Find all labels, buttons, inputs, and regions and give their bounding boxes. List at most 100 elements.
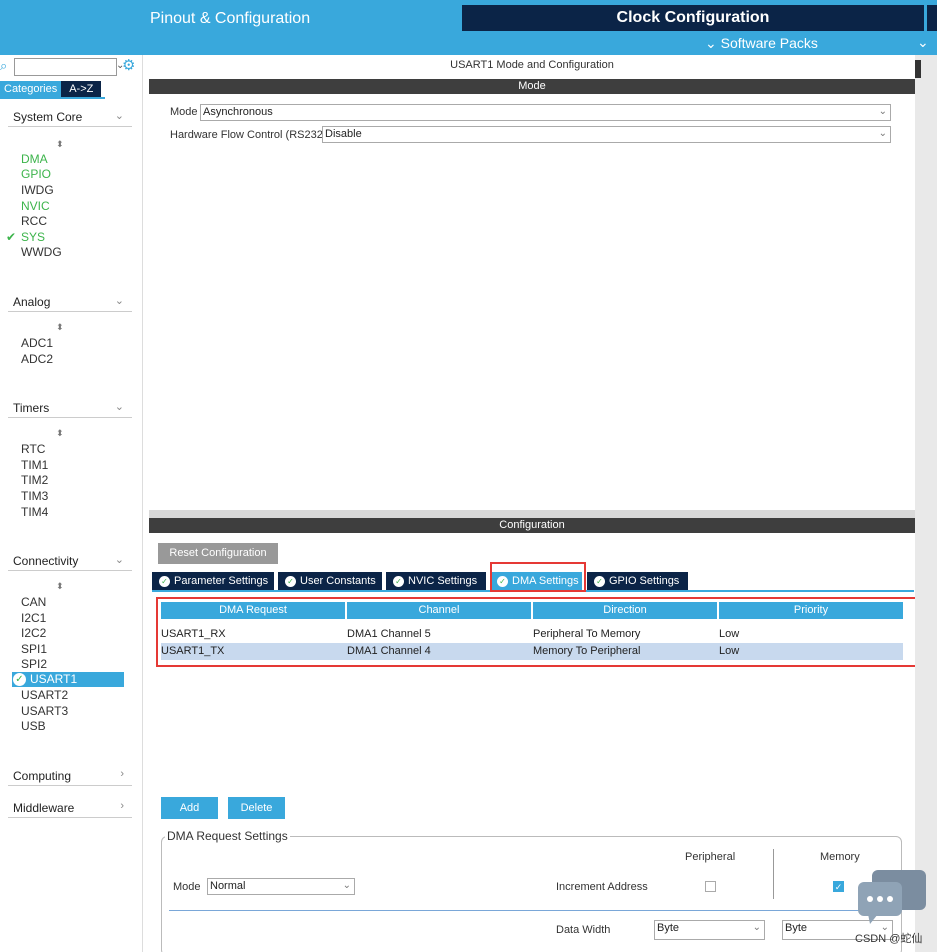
sidebar-item-usart2[interactable]: USART2 bbox=[21, 688, 68, 702]
group-analog: Analog ⌄ bbox=[8, 292, 132, 312]
tab-label: GPIO Settings bbox=[609, 575, 680, 587]
collapse-handle-icon[interactable] bbox=[915, 60, 921, 78]
tab-clock-configuration[interactable]: Clock Configuration bbox=[462, 5, 924, 31]
chevron-down-icon: ⌄ bbox=[705, 35, 717, 51]
group-header[interactable]: Timers ⌄ bbox=[8, 398, 132, 418]
sort-icon[interactable]: ⬍ bbox=[56, 428, 64, 439]
sidebar-item-usart3[interactable]: USART3 bbox=[21, 704, 68, 718]
tab-label: User Constants bbox=[300, 575, 376, 587]
tab-user-constants[interactable]: ✓ User Constants bbox=[278, 572, 382, 590]
sort-icon[interactable]: ⬍ bbox=[56, 322, 64, 333]
group-header[interactable]: Computing › bbox=[8, 766, 132, 786]
memory-data-width-value: Byte bbox=[785, 922, 808, 934]
check-circle-icon: ✓ bbox=[159, 576, 170, 587]
chevron-down-icon: ⌄ bbox=[114, 401, 124, 413]
reset-configuration-button[interactable]: Reset Configuration bbox=[158, 543, 278, 564]
chevron-right-icon: › bbox=[120, 768, 124, 780]
mode-select-value: Asynchronous bbox=[203, 106, 273, 118]
mode-select[interactable]: Asynchronous ⌄ bbox=[200, 104, 891, 121]
sidebar-item-tim3[interactable]: TIM3 bbox=[21, 489, 48, 503]
sidebar-item-tim1[interactable]: TIM1 bbox=[21, 458, 48, 472]
sidebar-item-nvic[interactable]: NVIC bbox=[21, 199, 50, 213]
column-divider bbox=[773, 849, 774, 899]
hwflow-select-value: Disable bbox=[325, 128, 362, 140]
tab-a-to-z[interactable]: A->Z bbox=[61, 81, 102, 97]
chevron-down-icon: ⌄ bbox=[878, 106, 887, 117]
sidebar-item-tim2[interactable]: TIM2 bbox=[21, 473, 48, 487]
add-button[interactable]: Add bbox=[161, 797, 218, 819]
sidebar: ⌕ ⌄ ⚙ Categories A->Z System Core ⌄ ⬍ DMA … bbox=[0, 55, 143, 952]
dma-mode-select[interactable]: Normal ⌄ bbox=[207, 878, 355, 895]
tab-gpio-settings[interactable]: ✓ GPIO Settings bbox=[587, 572, 688, 590]
peripheral-data-width-select[interactable]: Byte ⌄ bbox=[654, 920, 765, 940]
check-circle-icon: ✓ bbox=[285, 576, 296, 587]
sidebar-item-dma[interactable]: DMA bbox=[21, 152, 48, 166]
chat-bubble-icon[interactable] bbox=[858, 868, 928, 926]
dma-request-settings-legend: DMA Request Settings bbox=[165, 829, 290, 843]
tab-nvic-settings[interactable]: ✓ NVIC Settings bbox=[386, 572, 486, 590]
group-label: Analog bbox=[13, 295, 51, 309]
sidebar-item-spi2[interactable]: SPI2 bbox=[21, 657, 47, 671]
sidebar-item-i2c1[interactable]: I2C1 bbox=[21, 611, 46, 625]
sidebar-item-gpio[interactable]: GPIO bbox=[21, 167, 51, 181]
mode-label: Mode bbox=[170, 106, 198, 118]
right-scrollbar[interactable] bbox=[915, 55, 937, 952]
sidebar-item-usb[interactable]: USB bbox=[21, 719, 46, 733]
watermark: CSDN @蛇仙 bbox=[855, 933, 923, 945]
software-packs-label: Software Packs bbox=[720, 35, 818, 51]
peripheral-increment-checkbox[interactable] bbox=[705, 881, 716, 892]
check-circle-icon: ✓ bbox=[13, 673, 26, 686]
check-circle-icon: ✓ bbox=[393, 576, 404, 587]
tab-label: Parameter Settings bbox=[174, 575, 269, 587]
software-packs-menu[interactable]: ⌄ Software Packs bbox=[705, 35, 818, 52]
tab-underline bbox=[0, 97, 105, 99]
search-input[interactable]: ⌄ bbox=[14, 58, 124, 76]
section-divider bbox=[169, 910, 900, 911]
sidebar-item-rtc[interactable]: RTC bbox=[21, 442, 45, 456]
delete-button[interactable]: Delete bbox=[228, 797, 285, 819]
page-title: USART1 Mode and Configuration bbox=[450, 59, 614, 71]
hwflow-select[interactable]: Disable ⌄ bbox=[322, 126, 891, 143]
gear-icon[interactable]: ⚙ bbox=[122, 56, 135, 74]
group-header[interactable]: Middleware › bbox=[8, 798, 132, 818]
sidebar-item-i2c2[interactable]: I2C2 bbox=[21, 626, 46, 640]
chevron-down-icon: ⌄ bbox=[878, 128, 887, 139]
group-middleware: Middleware › bbox=[8, 798, 132, 818]
group-header[interactable]: Connectivity ⌄ bbox=[8, 551, 132, 571]
sidebar-item-adc2[interactable]: ADC2 bbox=[21, 352, 53, 366]
group-label: Timers bbox=[13, 401, 50, 415]
sort-icon[interactable]: ⬍ bbox=[56, 581, 64, 592]
sidebar-item-wwdg[interactable]: WWDG bbox=[21, 245, 62, 259]
group-header[interactable]: System Core ⌄ bbox=[8, 107, 132, 127]
tab-categories[interactable]: Categories bbox=[0, 81, 62, 97]
memory-increment-checkbox[interactable]: ✓ bbox=[833, 881, 844, 892]
search-row: ⌕ ⌄ ⚙ bbox=[0, 57, 143, 77]
tab-parameter-settings[interactable]: ✓ Parameter Settings bbox=[152, 572, 274, 590]
collapse-chevron-icon[interactable]: ⌄ bbox=[917, 34, 929, 51]
chevron-down-icon: ⌄ bbox=[114, 554, 124, 566]
group-header[interactable]: Analog ⌄ bbox=[8, 292, 132, 312]
sidebar-item-iwdg[interactable]: IWDG bbox=[21, 183, 54, 197]
hwflow-label: Hardware Flow Control (RS232) bbox=[170, 129, 327, 141]
highlight-box-table bbox=[156, 597, 922, 667]
group-label: Middleware bbox=[13, 801, 75, 815]
sidebar-item-tim4[interactable]: TIM4 bbox=[21, 505, 48, 519]
panel-divider[interactable] bbox=[149, 510, 915, 518]
dma-mode-label: Mode bbox=[173, 881, 201, 893]
group-label: Computing bbox=[13, 769, 72, 783]
check-circle-icon: ✓ bbox=[594, 576, 605, 587]
data-width-label: Data Width bbox=[556, 924, 611, 936]
memory-column-label: Memory bbox=[820, 851, 860, 863]
sidebar-item-can[interactable]: CAN bbox=[21, 595, 46, 609]
mode-section-bar: Mode bbox=[149, 79, 915, 94]
group-label: System Core bbox=[13, 110, 83, 124]
peripheral-data-width-value: Byte bbox=[657, 922, 680, 934]
sidebar-item-rcc[interactable]: RCC bbox=[21, 214, 47, 228]
sidebar-item-sys[interactable]: SYS bbox=[21, 230, 45, 244]
sidebar-item-adc1[interactable]: ADC1 bbox=[21, 336, 53, 350]
sidebar-item-spi1[interactable]: SPI1 bbox=[21, 642, 47, 656]
sort-icon[interactable]: ⬍ bbox=[56, 139, 64, 150]
sidebar-item-usart1[interactable]: ✓ USART1 bbox=[12, 672, 124, 687]
main-panel: USART1 Mode and Configuration Mode Mode … bbox=[149, 55, 922, 952]
tab-pinout-configuration[interactable]: Pinout & Configuration bbox=[0, 0, 460, 31]
